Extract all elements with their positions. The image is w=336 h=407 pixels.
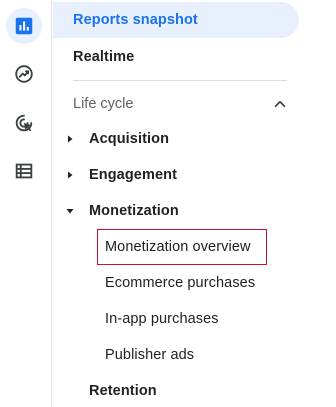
nav-item-label: Monetization (89, 203, 179, 219)
nav-item-label: Acquisition (89, 131, 170, 147)
nav-item-retention[interactable]: Retention (53, 373, 299, 407)
reports-button[interactable] (6, 8, 42, 44)
advertising-button[interactable] (6, 105, 42, 141)
nav-item-realtime[interactable]: Realtime (53, 39, 299, 75)
chevron-up-icon[interactable] (271, 95, 289, 113)
nav-item-label: Engagement (89, 167, 178, 183)
caret-right-icon[interactable] (66, 135, 74, 143)
nav-item-label: Realtime (73, 49, 135, 65)
nav-item-acquisition[interactable]: Acquisition (53, 121, 299, 157)
configure-button[interactable] (6, 153, 42, 189)
nav-item-label: Ecommerce purchases (105, 275, 256, 291)
explore-icon (15, 65, 33, 83)
nav-item-monetization[interactable]: Monetization (53, 193, 299, 229)
report-navigation: Reports snapshot Realtime Life cycle Acq… (53, 0, 336, 407)
advertising-icon (15, 114, 33, 132)
nav-item-label: Retention (89, 383, 157, 399)
nav-item-label: In-app purchases (105, 311, 219, 327)
configure-icon (15, 163, 33, 179)
nav-item-label: Reports snapshot (73, 12, 198, 28)
section-life-cycle[interactable]: Life cycle (53, 86, 299, 122)
nav-item-engagement[interactable]: Engagement (53, 157, 299, 193)
caret-down-icon[interactable] (66, 207, 74, 215)
nav-item-in-app-purchases[interactable]: In-app purchases (53, 301, 299, 337)
nav-item-reports-snapshot[interactable]: Reports snapshot (53, 2, 299, 38)
nav-item-publisher-ads[interactable]: Publisher ads (53, 337, 299, 373)
caret-right-icon[interactable] (66, 171, 74, 179)
nav-divider (73, 80, 287, 81)
highlight-box (97, 229, 267, 265)
nav-item-label: Publisher ads (105, 347, 195, 363)
icon-rail (0, 0, 52, 407)
explore-button[interactable] (6, 56, 42, 92)
section-label: Life cycle (73, 96, 134, 112)
nav-item-ecommerce-purchases[interactable]: Ecommerce purchases (53, 265, 299, 301)
reports-icon (15, 17, 33, 35)
